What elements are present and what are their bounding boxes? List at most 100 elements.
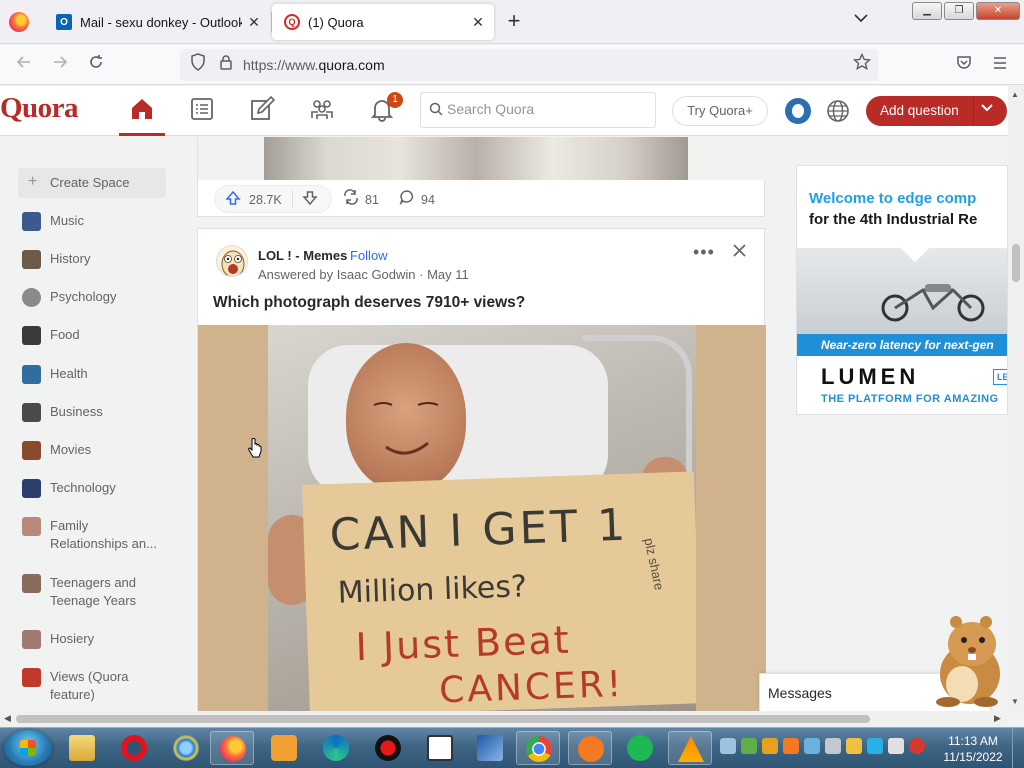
vertical-scroll-thumb[interactable] (1012, 244, 1020, 282)
url-text[interactable]: https://www.quora.com (243, 57, 385, 73)
window-close-button[interactable]: ✕ (976, 2, 1020, 20)
following-nav-icon[interactable] (179, 96, 225, 126)
horizontal-scroll-thumb[interactable] (16, 715, 870, 723)
tray-icon[interactable] (762, 738, 778, 754)
scroll-left-arrow-icon[interactable]: ◀ (4, 713, 11, 724)
file-explorer-taskbar-icon[interactable] (60, 731, 104, 765)
vlc-taskbar-icon[interactable] (668, 731, 712, 765)
scroll-up-arrow-icon[interactable]: ▲ (1011, 90, 1019, 99)
notifications-bell-icon[interactable]: 1 (359, 92, 405, 126)
tab-close-icon[interactable]: ✕ (466, 14, 490, 31)
quora-logo[interactable]: Quora (0, 92, 79, 125)
close-icon[interactable] (733, 244, 746, 261)
show-desktop-button[interactable] (1012, 728, 1024, 768)
edge-icon (323, 735, 349, 761)
sidebar-advertisement[interactable]: Welcome to edge comp for the 4th Industr… (796, 165, 1008, 415)
tray-icon[interactable] (741, 738, 757, 754)
horizontal-scrollbar[interactable]: ◀ ▶ (0, 711, 1008, 727)
new-tab-plus-icon[interactable]: + (502, 10, 526, 34)
sidebar-item-views-quora-feature[interactable]: Views (Quora feature) (22, 668, 182, 704)
forward-arrow-icon[interactable] (48, 53, 72, 77)
screen-recorder-taskbar-icon[interactable] (366, 731, 410, 765)
tab-quora[interactable]: Q (1) Quora ✕ (272, 4, 494, 40)
window-minimize-button[interactable]: ▁ (912, 2, 942, 20)
add-question-button[interactable]: Add question (866, 96, 1007, 126)
firefox-taskbar-icon[interactable] (210, 731, 254, 765)
follow-link[interactable]: Follow (350, 248, 388, 263)
sidebar-item-business[interactable]: Business (22, 403, 182, 422)
sidebar-item-history[interactable]: History (22, 250, 182, 269)
sidebar-item-music[interactable]: Music (22, 212, 182, 231)
scroll-down-arrow-icon[interactable]: ▼ (1011, 697, 1019, 706)
spotify-taskbar-icon[interactable] (618, 731, 662, 765)
vertical-scrollbar[interactable]: ▲ ▼ (1008, 86, 1024, 711)
create-space-button[interactable]: Create Space (18, 167, 166, 198)
language-globe-icon[interactable] (825, 98, 851, 124)
tray-icon[interactable] (909, 738, 925, 754)
sidebar-item-technology[interactable]: Technology (22, 479, 182, 498)
sidebar-item-health[interactable]: Health (22, 365, 182, 384)
sidebar-item-family-relationships[interactable]: Family Relationships an... (22, 517, 182, 553)
back-arrow-icon[interactable] (12, 53, 36, 77)
try-quora-plus-button[interactable]: Try Quora+ (672, 96, 768, 126)
bookmark-star-icon[interactable] (850, 52, 874, 77)
food-space-icon (22, 326, 41, 345)
scroll-right-arrow-icon[interactable]: ▶ (994, 713, 1001, 724)
tab-close-icon[interactable]: ✕ (242, 14, 266, 31)
tray-icon[interactable] (846, 738, 862, 754)
space-name-link[interactable]: LOL ! - Memes (258, 248, 347, 263)
desktop-hamster-pet[interactable] (926, 604, 1008, 708)
sidebar-item-teenagers[interactable]: Teenagers and Teenage Years (22, 574, 182, 610)
lock-icon[interactable] (214, 53, 238, 77)
browser-tab-strip: O Mail - sexu donkey - Outlook ✕ Q (1) Q… (0, 0, 1024, 44)
question-title-link[interactable]: Which photograph deserves 7910+ views? (213, 294, 525, 312)
outlook-icon: O (56, 14, 72, 30)
chrome-taskbar-icon[interactable] (516, 731, 560, 765)
answer-photo-container[interactable]: CAN I GET 1 Million likes? I Just Beat C… (198, 325, 766, 712)
sidebar-item-psychology[interactable]: Psychology (22, 288, 182, 307)
share-icon[interactable] (342, 189, 360, 210)
space-avatar[interactable] (216, 245, 248, 277)
hamburger-menu-icon[interactable] (988, 53, 1012, 77)
record-icon (375, 735, 401, 761)
tray-icon[interactable] (783, 738, 799, 754)
sidebar-item-food[interactable]: Food (22, 326, 182, 345)
firefox-menu-icon[interactable] (9, 12, 29, 32)
ad-tagline: THE PLATFORM FOR AMAZING (821, 393, 999, 405)
sidebar-item-movies[interactable]: Movies (22, 441, 182, 460)
reload-icon[interactable] (84, 53, 108, 77)
tray-icon[interactable] (867, 738, 883, 754)
edge-taskbar-icon[interactable] (314, 731, 358, 765)
media-player-taskbar-icon[interactable] (262, 731, 306, 765)
avast-taskbar-icon[interactable] (568, 731, 612, 765)
comment-icon[interactable] (399, 189, 415, 208)
internet-explorer-taskbar-icon[interactable] (164, 731, 208, 765)
taskbar-clock[interactable]: 11:13 AM 11/15/2022 (940, 733, 1006, 765)
tab-outlook-mail[interactable]: O Mail - sexu donkey - Outlook ✕ (44, 4, 272, 40)
tray-icon[interactable] (825, 738, 841, 754)
search-input[interactable] (447, 101, 647, 117)
sidebar-item-hosiery[interactable]: Hosiery (22, 630, 182, 649)
calendar-321-taskbar-icon[interactable] (418, 731, 462, 765)
chevron-down-icon[interactable] (980, 102, 994, 116)
tray-icon[interactable] (804, 738, 820, 754)
window-maximize-button[interactable]: ❐ (944, 2, 974, 20)
answer-nav-icon[interactable] (239, 95, 285, 126)
opera-taskbar-icon[interactable] (112, 731, 156, 765)
url-bar[interactable]: https://www.quora.com (180, 49, 878, 81)
profile-avatar[interactable] (785, 98, 811, 124)
start-button[interactable] (4, 730, 52, 766)
spaces-nav-icon[interactable] (299, 96, 345, 126)
virtualbox-taskbar-icon[interactable] (468, 731, 512, 765)
pocket-icon[interactable] (952, 53, 976, 77)
tracking-shield-icon[interactable] (186, 53, 210, 77)
upvote-icon[interactable] (225, 190, 241, 209)
volume-icon[interactable] (888, 738, 904, 754)
downvote-icon[interactable] (302, 190, 318, 209)
previous-post-image[interactable] (264, 137, 688, 180)
search-box[interactable] (420, 92, 656, 128)
more-options-icon[interactable]: ••• (693, 242, 715, 263)
tray-icon[interactable] (720, 738, 736, 754)
tab-list-chevron-down-icon[interactable] (854, 12, 868, 26)
home-nav-icon[interactable] (119, 96, 165, 136)
